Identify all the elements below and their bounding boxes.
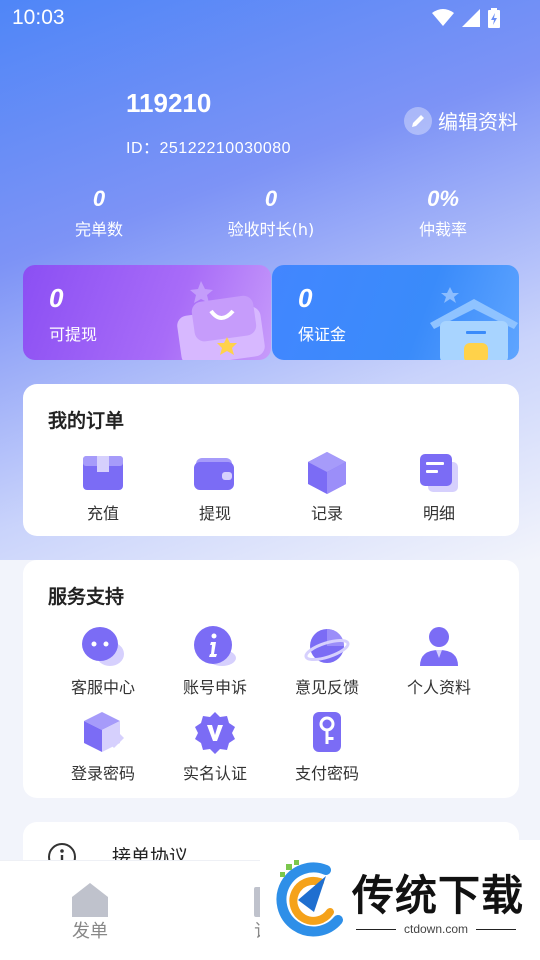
edit-profile-label: 编辑资料 (438, 110, 518, 134)
orders-title: 我的订单 (48, 410, 125, 432)
service-item-label: 登录密码 (70, 764, 135, 783)
services-title: 服务支持 (48, 586, 125, 608)
order-item-label: 提现 (198, 504, 231, 523)
withdrawable-label: 可提现 (49, 325, 98, 344)
deposit-label: 保证金 (298, 325, 347, 344)
battery-icon (488, 8, 500, 28)
service-item-login-password[interactable]: 登录密码 (47, 710, 159, 784)
service-item-label: 客服中心 (70, 678, 135, 697)
withdrawable-card[interactable]: 0 可提现 (23, 265, 271, 360)
nav-tab-label: 发单 (72, 921, 108, 942)
edit-profile-button[interactable]: 编辑资料 (404, 106, 518, 135)
username: 119210 (126, 88, 212, 118)
stat-completed: 0 完单数 (49, 186, 149, 240)
service-item-customer-center[interactable]: 客服中心 (47, 624, 159, 698)
key-icon (313, 712, 341, 752)
service-item-appeal[interactable]: 账号申诉 (159, 624, 271, 698)
badge-v-icon (195, 712, 235, 754)
service-item-label: 账号申诉 (182, 678, 247, 697)
watermark-logo: 传统下载 ctdown.com (260, 840, 540, 960)
wifi-icon (432, 9, 454, 26)
shopping-bag-icon (177, 281, 265, 360)
person-icon (420, 627, 458, 666)
service-item-label: 支付密码 (294, 764, 359, 783)
status-bar: 10:03 (0, 0, 540, 36)
stat-value: 0 (264, 186, 278, 211)
ctdown-logo-icon (276, 860, 343, 937)
order-item-recharge[interactable]: 充值 (47, 450, 159, 524)
document-icon (420, 454, 458, 492)
stat-label: 验收时长(h) (227, 220, 315, 239)
box-icon (83, 456, 123, 490)
service-item-feedback[interactable]: 意见反馈 (271, 624, 383, 698)
order-item-label: 充值 (86, 504, 119, 523)
home-icon (72, 883, 108, 917)
hexagon-icon (308, 452, 346, 494)
chat-icon (82, 627, 124, 666)
info-icon (194, 626, 236, 666)
service-item-label: 个人资料 (406, 678, 471, 697)
stat-label: 仲裁率 (418, 220, 467, 239)
pencil-icon (404, 106, 432, 135)
user-id: ID：25122210030080 (126, 140, 292, 157)
deposit-card[interactable]: 0 保证金 (272, 265, 519, 360)
my-orders-panel: 我的订单 充值 提现 记录 明细 (23, 384, 519, 536)
order-item-details[interactable]: 明细 (383, 450, 495, 524)
service-item-profile[interactable]: 个人资料 (383, 624, 495, 698)
status-time: 10:03 (12, 6, 65, 29)
planet-icon (304, 629, 350, 663)
stat-acceptance-time: 0 验收时长(h) (206, 186, 336, 240)
signal-icon (462, 9, 480, 27)
deposit-value: 0 (298, 283, 313, 313)
order-item-label: 明细 (422, 504, 455, 523)
stats-row: 0 完单数 0 验收时长(h) 0% 仲裁率 (0, 186, 540, 246)
service-item-label: 意见反馈 (294, 678, 359, 697)
stat-value: 0 (92, 186, 106, 211)
order-item-label: 记录 (310, 504, 343, 523)
stat-arbitration-rate: 0% 仲裁率 (393, 186, 493, 240)
withdrawable-value: 0 (49, 283, 64, 313)
stat-value: 0% (427, 186, 459, 211)
nav-tab-publish[interactable]: 发单 (60, 881, 120, 951)
house-icon (430, 287, 518, 360)
cube-icon (84, 712, 124, 752)
service-support-panel: 服务支持 客服中心 账号申诉 意见反馈 个人资料 登录密码 实名认证 支付密码 (23, 560, 519, 798)
order-item-withdraw[interactable]: 提现 (159, 450, 271, 524)
service-item-pay-password[interactable]: 支付密码 (271, 710, 383, 784)
stat-label: 完单数 (74, 220, 123, 239)
service-item-real-name[interactable]: 实名认证 (159, 710, 271, 784)
wallet-icon (194, 458, 234, 490)
watermark-title: 传统下载 (352, 871, 525, 920)
order-item-records[interactable]: 记录 (271, 450, 383, 524)
service-item-label: 实名认证 (182, 764, 247, 783)
